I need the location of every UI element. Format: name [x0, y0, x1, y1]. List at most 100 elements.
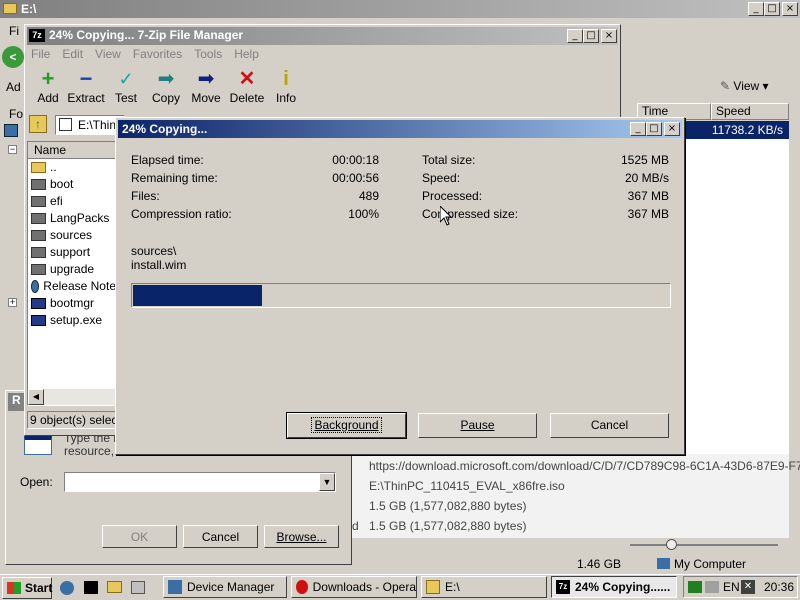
address-label: Ad — [6, 80, 21, 94]
maximize-button[interactable]: □ — [646, 122, 662, 136]
item-label: setup.exe — [50, 313, 103, 327]
scroll-left-button[interactable]: ◀ — [28, 389, 44, 405]
compressed-label: Compressed size: — [422, 207, 519, 221]
list-item[interactable]: boot — [28, 176, 116, 193]
item-label: upgrade — [50, 262, 95, 276]
list-item[interactable]: Release Note — [28, 278, 116, 295]
zipfm-toolbar: + Add − Extract ✓ Test ➡ Copy ➡ Move ✕ D… — [27, 67, 327, 111]
up-folder-icon[interactable]: ↑ — [29, 115, 47, 133]
wrench-icon: ✎ — [720, 79, 731, 93]
list-item[interactable]: efi — [28, 193, 116, 210]
download-url[interactable]: https://download.microsoft.com/download/… — [369, 459, 800, 473]
ok-button[interactable]: OK — [102, 525, 177, 548]
open-input[interactable]: ▼ — [64, 472, 336, 492]
background-button[interactable]: Background — [286, 412, 407, 439]
minimize-button[interactable]: _ — [630, 122, 646, 136]
column-header-name[interactable]: Name — [28, 142, 116, 159]
extract-button[interactable]: − Extract — [67, 67, 105, 106]
task-7zip[interactable]: 7z 24% Copying...... — [551, 576, 677, 598]
printer-icon[interactable] — [705, 581, 719, 593]
menu-tools[interactable]: Tools — [194, 47, 222, 65]
zipfm-titlebar: 7z 24% Copying... 7-Zip File Manager — [27, 27, 618, 45]
close-icon[interactable]: ✕ — [741, 580, 755, 594]
back-icon[interactable]: < — [2, 46, 24, 68]
maximize-button[interactable]: □ — [583, 29, 599, 43]
list-item[interactable]: setup.exe — [28, 312, 116, 329]
item-label: efi — [50, 194, 63, 208]
start-button[interactable]: Start — [2, 577, 52, 599]
horizontal-scrollbar[interactable]: ◀ — [28, 389, 116, 405]
list-item[interactable]: support — [28, 244, 116, 261]
folder-icon — [3, 3, 17, 14]
info-button[interactable]: i Info — [271, 67, 301, 105]
zoom-slider[interactable] — [630, 539, 778, 550]
folder-icon — [31, 179, 46, 190]
expand-icon[interactable]: + — [8, 298, 17, 307]
download-file: E:\ThinPC_110415_EVAL_x86fre.iso — [369, 479, 565, 493]
browse-button[interactable]: Browse... — [264, 525, 339, 548]
task-label: 24% Copying...... — [575, 580, 671, 594]
menu-help[interactable]: Help — [234, 47, 259, 65]
delete-button[interactable]: ✕ Delete — [227, 67, 267, 105]
copy-label: Copy — [151, 91, 180, 105]
test-button[interactable]: ✓ Test — [109, 67, 143, 105]
media-icon[interactable] — [131, 581, 145, 594]
task-device-manager[interactable]: Device Manager — [163, 576, 287, 598]
task-label: Downloads - Opera — [312, 580, 416, 594]
language-indicator[interactable]: EN — [723, 580, 740, 594]
close-button[interactable]: × — [601, 29, 617, 43]
explorer-icon[interactable] — [107, 581, 122, 593]
globe-icon — [31, 280, 40, 293]
minimize-button[interactable]: _ — [567, 29, 583, 43]
folder-icon — [31, 247, 46, 258]
cancel-button[interactable]: Cancel — [550, 413, 669, 438]
network-icon[interactable] — [688, 581, 702, 593]
add-button[interactable]: + Add — [31, 67, 65, 106]
ie-icon[interactable] — [60, 581, 74, 595]
list-item[interactable]: LangPacks — [28, 210, 116, 227]
item-label: LangPacks — [50, 211, 110, 225]
maximize-button[interactable]: □ — [764, 2, 780, 16]
menu-favorites[interactable]: Favorites — [133, 47, 182, 65]
list-item[interactable]: bootmgr — [28, 295, 116, 312]
item-label: sources — [50, 228, 93, 242]
zipfm-title: 24% Copying... 7-Zip File Manager — [49, 28, 244, 42]
computer-icon — [657, 558, 670, 569]
copy-button[interactable]: ➡ Copy — [148, 67, 184, 105]
item-label: support — [50, 245, 91, 259]
item-label: boot — [50, 177, 74, 191]
computer-label: My Computer — [674, 557, 747, 571]
pause-button[interactable]: Pause — [418, 413, 537, 438]
cancel-button[interactable]: Cancel — [183, 525, 258, 548]
task-explorer[interactable]: E:\ — [421, 576, 547, 598]
column-header-speed[interactable]: Speed — [711, 103, 789, 120]
cmd-icon[interactable] — [84, 581, 98, 594]
exe-icon — [31, 315, 46, 326]
minimize-button[interactable]: _ — [748, 2, 764, 16]
arrow-right-icon: ➡ — [197, 68, 215, 90]
folder-icon — [31, 264, 46, 275]
list-item[interactable]: upgrade — [28, 261, 116, 278]
expand-icon[interactable]: − — [8, 145, 17, 154]
list-item[interactable]: .. — [28, 159, 116, 176]
menu-file[interactable]: File — [31, 47, 50, 65]
clock: 20:36 — [764, 580, 795, 594]
run-icon — [24, 435, 52, 455]
current-folder: sources\ — [131, 244, 177, 258]
view-button[interactable]: ✎ View ▾ — [720, 76, 780, 96]
chevron-down-icon[interactable]: ▼ — [319, 473, 335, 491]
menu-edit[interactable]: Edit — [62, 47, 83, 65]
folder-icon — [31, 213, 46, 224]
menu-file[interactable]: Fi — [9, 24, 19, 38]
slider-thumb[interactable] — [666, 539, 677, 550]
task-opera[interactable]: Downloads - Opera — [291, 576, 417, 598]
downloads-panel: https://download.microsoft.com/download/… — [352, 454, 800, 538]
close-button[interactable]: × — [782, 2, 798, 16]
close-button[interactable]: × — [664, 122, 680, 136]
info-icon: i — [283, 68, 289, 90]
move-button[interactable]: ➡ Move — [188, 67, 224, 105]
list-item[interactable]: sources — [28, 227, 116, 244]
device-manager-icon — [168, 580, 182, 594]
files-value: 489 — [358, 189, 379, 203]
menu-view[interactable]: View — [95, 47, 121, 65]
